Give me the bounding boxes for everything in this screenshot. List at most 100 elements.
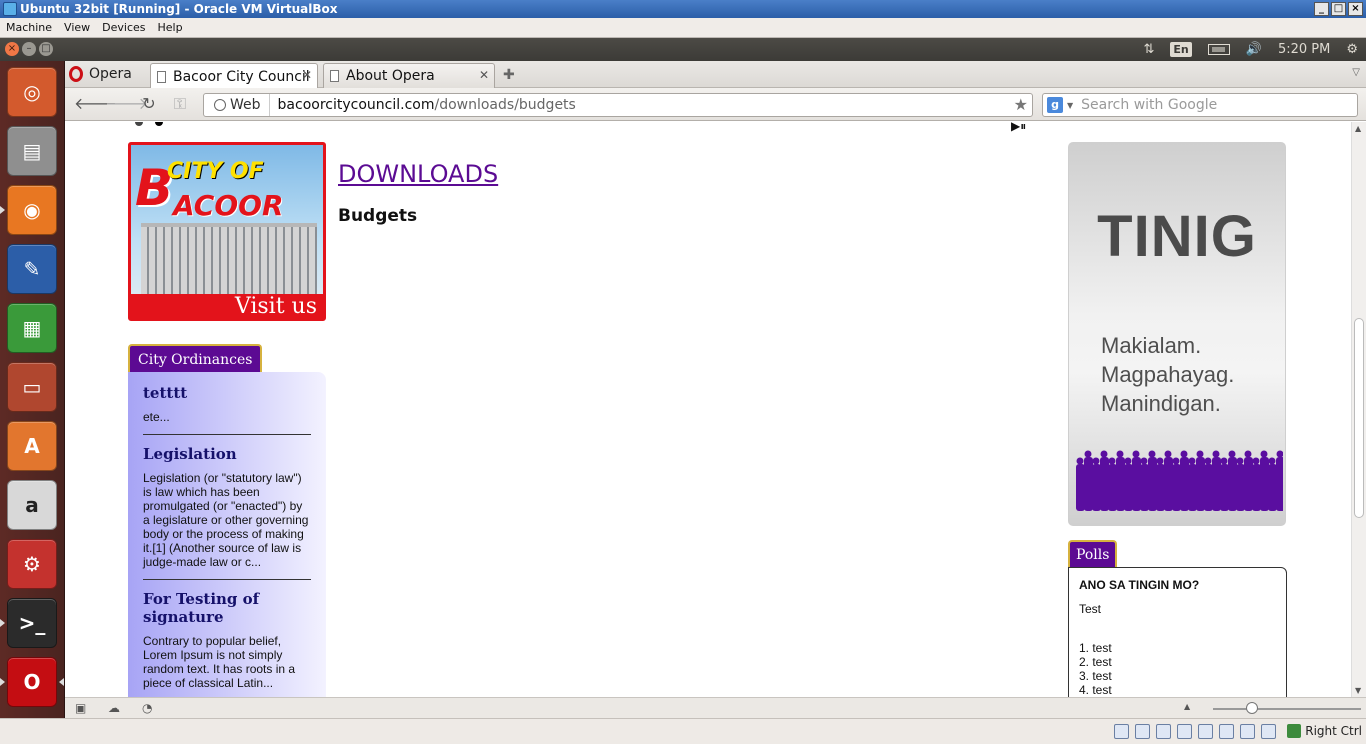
close-icon[interactable]: × xyxy=(1348,2,1363,16)
menu-machine[interactable]: Machine xyxy=(0,21,58,34)
address-security-badge[interactable]: Web xyxy=(204,94,270,116)
menu-devices[interactable]: Devices xyxy=(96,21,151,34)
maximize-icon[interactable]: □ xyxy=(1331,2,1346,16)
guest-minimize-icon[interactable]: – xyxy=(22,42,36,56)
firefox-icon[interactable]: ◉ xyxy=(7,185,57,235)
crowd-figure xyxy=(1092,457,1101,511)
virtualbox-icon xyxy=(3,2,17,16)
vertical-scrollbar[interactable]: ▲ ▼ xyxy=(1351,122,1366,697)
usb-icon[interactable] xyxy=(1156,724,1171,739)
forward-icon[interactable]: 🡒 xyxy=(105,94,148,114)
session-gear-icon[interactable]: ⚙ xyxy=(1346,42,1358,57)
slider-dot[interactable] xyxy=(135,122,143,126)
files-icon[interactable]: ▤ xyxy=(7,126,57,176)
ordinance-excerpt: Contrary to popular belief, Lorem Ipsum … xyxy=(143,634,296,690)
vbox-window-controls: _ □ × xyxy=(1314,2,1363,16)
crowd-figure xyxy=(1188,457,1197,511)
page-title-link[interactable]: DOWNLOADS xyxy=(338,160,498,188)
tab-about-opera[interactable]: About Opera ✕ xyxy=(323,63,495,88)
network-adapter-icon[interactable] xyxy=(1177,724,1192,739)
tab-list-chevron-icon[interactable]: ▽ xyxy=(1352,67,1360,78)
keyboard-layout-indicator[interactable]: En xyxy=(1170,42,1192,57)
slider-dot-active[interactable] xyxy=(155,122,163,126)
dash-home-icon[interactable]: ◎ xyxy=(7,67,57,117)
scroll-down-icon[interactable]: ▼ xyxy=(1355,686,1361,695)
search-box[interactable]: g ▼ xyxy=(1042,93,1358,117)
reload-icon[interactable]: ↻ xyxy=(138,94,160,114)
menu-help[interactable]: Help xyxy=(152,21,189,34)
back-icon[interactable]: 🡐 xyxy=(74,94,117,114)
guest-maximize-icon[interactable]: □ xyxy=(39,42,53,56)
libreoffice-impress-icon[interactable]: ▭ xyxy=(7,362,57,412)
clock[interactable]: 5:20 PM xyxy=(1278,42,1330,57)
hard-disk-icon[interactable] xyxy=(1114,724,1129,739)
poll-option[interactable]: 2. test xyxy=(1079,655,1276,669)
new-tab-icon[interactable]: ✚ xyxy=(503,67,515,83)
libreoffice-calc-icon[interactable]: ▦ xyxy=(7,303,57,353)
ordinance-title-link[interactable]: Legislation xyxy=(143,445,311,463)
tab-bar: Opera Bacoor City Council ✕ About Opera … xyxy=(65,61,1366,89)
ordinance-title-link[interactable]: tetttt xyxy=(143,384,311,402)
mouse-integration-icon[interactable] xyxy=(1261,724,1276,739)
battery-icon[interactable] xyxy=(1207,44,1230,55)
search-input[interactable] xyxy=(1081,97,1322,113)
turbo-gauge-icon[interactable]: ◔ xyxy=(142,702,156,714)
opera-unite-cloud-icon[interactable]: ☁ xyxy=(108,702,122,714)
visit-bacoor-banner[interactable]: B CITY OF ACOOR Visit us xyxy=(128,142,326,321)
poll-option[interactable]: 4. test xyxy=(1079,683,1276,697)
polls-tab[interactable]: Polls xyxy=(1068,540,1118,567)
zoom-slider[interactable] xyxy=(1213,708,1361,710)
tab-bacoor-city-council[interactable]: Bacoor City Council ✕ xyxy=(150,63,318,89)
crowd-figure xyxy=(1252,457,1261,511)
play-icon[interactable]: ▶ xyxy=(1011,122,1020,133)
opera-menu-button[interactable]: Opera xyxy=(65,61,145,87)
bookmark-star-icon[interactable]: ★ xyxy=(1014,95,1028,114)
optical-drive-icon[interactable] xyxy=(1135,724,1150,739)
city-hall-image xyxy=(141,223,317,297)
tab-close-icon[interactable]: ✕ xyxy=(302,68,312,82)
volume-icon[interactable]: 🔊 xyxy=(1246,42,1262,57)
poll-option[interactable]: 1. test xyxy=(1079,641,1276,655)
ad-slogan: Makialam. Magpahayag. Manindigan. xyxy=(1101,331,1234,418)
address-url[interactable]: bacoorcitycouncil.com/downloads/budgets xyxy=(270,97,576,113)
display-icon[interactable] xyxy=(1240,724,1255,739)
host-key-indicator: Right Ctrl xyxy=(1287,724,1362,738)
menu-view[interactable]: View xyxy=(58,21,96,34)
url-host: bacoorcitycouncil.com xyxy=(277,97,435,113)
keyboard-capture-icon[interactable] xyxy=(1287,724,1302,738)
amazon-icon[interactable]: a xyxy=(7,480,57,530)
url-path: /downloads/budgets xyxy=(434,97,576,113)
banner-footer: Visit us xyxy=(131,294,323,318)
ordinance-item: tetttt ete... xyxy=(143,382,311,435)
crowd-figure xyxy=(1276,450,1283,511)
city-ordinances-tab[interactable]: City Ordinances xyxy=(128,344,263,372)
polls-panel: ANO SA TINGIN MO? Test 1. test 2. test 3… xyxy=(1068,567,1287,697)
guest-close-icon[interactable]: × xyxy=(5,42,19,56)
opera-icon[interactable]: O xyxy=(7,657,57,707)
scroll-thumb[interactable] xyxy=(1354,318,1364,518)
poll-option[interactable]: 3. test xyxy=(1079,669,1276,683)
minimize-icon[interactable]: _ xyxy=(1314,2,1329,16)
crowd-figure xyxy=(1220,457,1229,511)
tab-close-icon[interactable]: ✕ xyxy=(479,68,489,82)
search-engine-chevron-icon[interactable]: ▼ xyxy=(1067,101,1073,110)
scroll-up-icon[interactable]: ▲ xyxy=(1355,124,1361,133)
system-settings-icon[interactable]: ⚙ xyxy=(7,539,57,589)
shared-folders-icon[interactable] xyxy=(1198,724,1213,739)
zoom-slider-handle[interactable] xyxy=(1246,702,1258,714)
network-icon[interactable]: ⇅ xyxy=(1144,42,1155,57)
video-capture-icon[interactable] xyxy=(1219,724,1234,739)
tinig-advertisement[interactable]: TINIG Makialam. Magpahayag. Manindigan. xyxy=(1068,142,1286,526)
terminal-icon[interactable]: >_ xyxy=(7,598,57,648)
virtualbox-window: Ubuntu 32bit [Running] - Oracle VM Virtu… xyxy=(0,0,1366,744)
zoom-menu-icon[interactable]: ▲ xyxy=(1184,702,1190,711)
address-bar[interactable]: Web bacoorcitycouncil.com/downloads/budg… xyxy=(203,93,1033,117)
ordinance-title-link[interactable]: For Testing of signature xyxy=(143,590,311,626)
libreoffice-writer-icon[interactable]: ✎ xyxy=(7,244,57,294)
wand-key-icon[interactable]: ⚿ xyxy=(169,94,191,114)
ubuntu-software-center-icon[interactable]: A xyxy=(7,421,57,471)
google-icon[interactable]: g xyxy=(1047,97,1063,113)
pause-icon[interactable]: ⏸ xyxy=(1020,122,1026,133)
crowd-figure xyxy=(1108,457,1117,511)
panel-toggle-icon[interactable]: ▣ xyxy=(75,702,89,714)
